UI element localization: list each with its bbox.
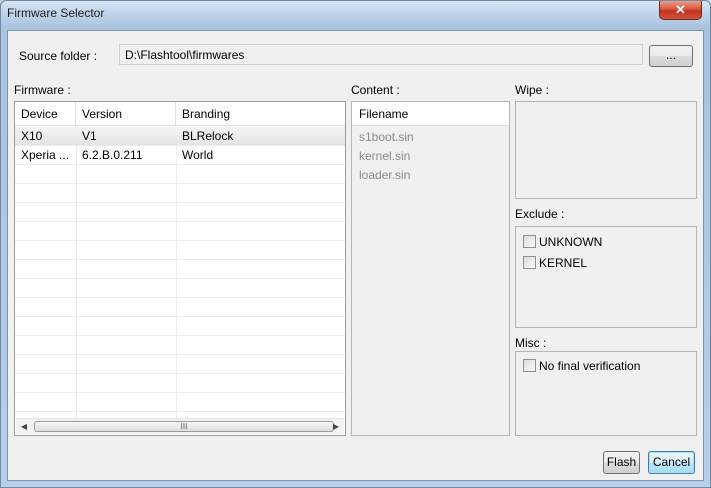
empty-row [15,374,345,393]
wipe-label: Wipe : [515,83,550,97]
cancel-button[interactable]: Cancel [648,451,695,474]
empty-row [15,298,345,317]
content-list[interactable]: Filename s1boot.sin kernel.sin loader.si… [351,101,510,436]
misc-label: Misc : [515,336,547,350]
content-header: Filename [352,102,509,126]
list-item[interactable]: s1boot.sin [359,130,414,144]
empty-row [15,260,345,279]
checkbox-unknown[interactable]: UNKNOWN [523,235,602,251]
list-item[interactable]: kernel.sin [359,149,410,163]
checkbox-box[interactable] [523,256,536,269]
close-button[interactable]: ✕ [659,1,702,20]
cell-version: 6.2.B.0.211 [82,148,143,162]
empty-row [15,355,345,374]
checkbox-label: No final verification [539,359,641,373]
firmware-table-header: Device Version Branding [15,102,345,126]
checkbox-box[interactable] [523,235,536,248]
cell-branding: World [182,148,214,162]
flash-button[interactable]: Flash [603,451,640,474]
empty-row [15,336,345,355]
empty-row [15,279,345,298]
window-title: Firmware Selector [7,6,105,20]
list-item[interactable]: loader.sin [359,168,410,182]
firmware-table[interactable]: Device Version Branding X10 V1 BLRelock … [14,101,346,436]
browse-button[interactable]: ... [649,45,693,67]
column-header-version[interactable]: Version [76,102,176,126]
column-header-device[interactable]: Device [15,102,76,126]
source-folder-field[interactable]: D:\Flashtool\firmwares [119,44,643,65]
title-bar[interactable]: Firmware Selector ✕ [1,1,710,25]
content-label: Content : [351,83,400,97]
empty-row [15,241,345,260]
column-header-filename[interactable]: Filename [359,107,408,121]
source-folder-label: Source folder : [19,49,98,63]
dialog-client-area: Source folder : D:\Flashtool\firmwares .… [7,30,704,481]
empty-row [15,184,345,203]
table-row[interactable]: X10 V1 BLRelock [15,127,345,146]
checkbox-kernel[interactable]: KERNEL [523,256,587,272]
horizontal-scrollbar[interactable]: ◀ III ▶ [16,418,344,434]
checkbox-label: KERNEL [539,256,588,270]
wipe-panel [515,101,697,199]
empty-row [15,203,345,222]
misc-panel: No final verification [515,351,697,436]
empty-row [15,165,345,184]
exclude-panel: UNKNOWN KERNEL [515,226,697,328]
cell-device: Xperia ... [21,148,70,162]
empty-row [15,393,345,412]
scrollbar-thumb[interactable]: III [34,421,334,432]
checkbox-label: UNKNOWN [539,235,603,249]
cell-device: X10 [21,129,43,143]
table-row[interactable]: Xperia ... 6.2.B.0.211 World [15,146,345,165]
cell-branding: BLRelock [182,129,234,143]
scroll-right-icon[interactable]: ▶ [328,419,344,434]
cell-version: V1 [82,129,97,143]
column-header-branding[interactable]: Branding [176,102,345,126]
exclude-label: Exclude : [515,207,565,221]
empty-row [15,317,345,336]
scroll-left-icon[interactable]: ◀ [16,419,32,434]
firmware-label: Firmware : [14,83,71,97]
firmware-selector-window: Firmware Selector ✕ Source folder : D:\F… [0,0,711,488]
empty-row [15,222,345,241]
checkbox-no-final-verification[interactable]: No final verification [523,359,640,375]
checkbox-box[interactable] [523,359,536,372]
